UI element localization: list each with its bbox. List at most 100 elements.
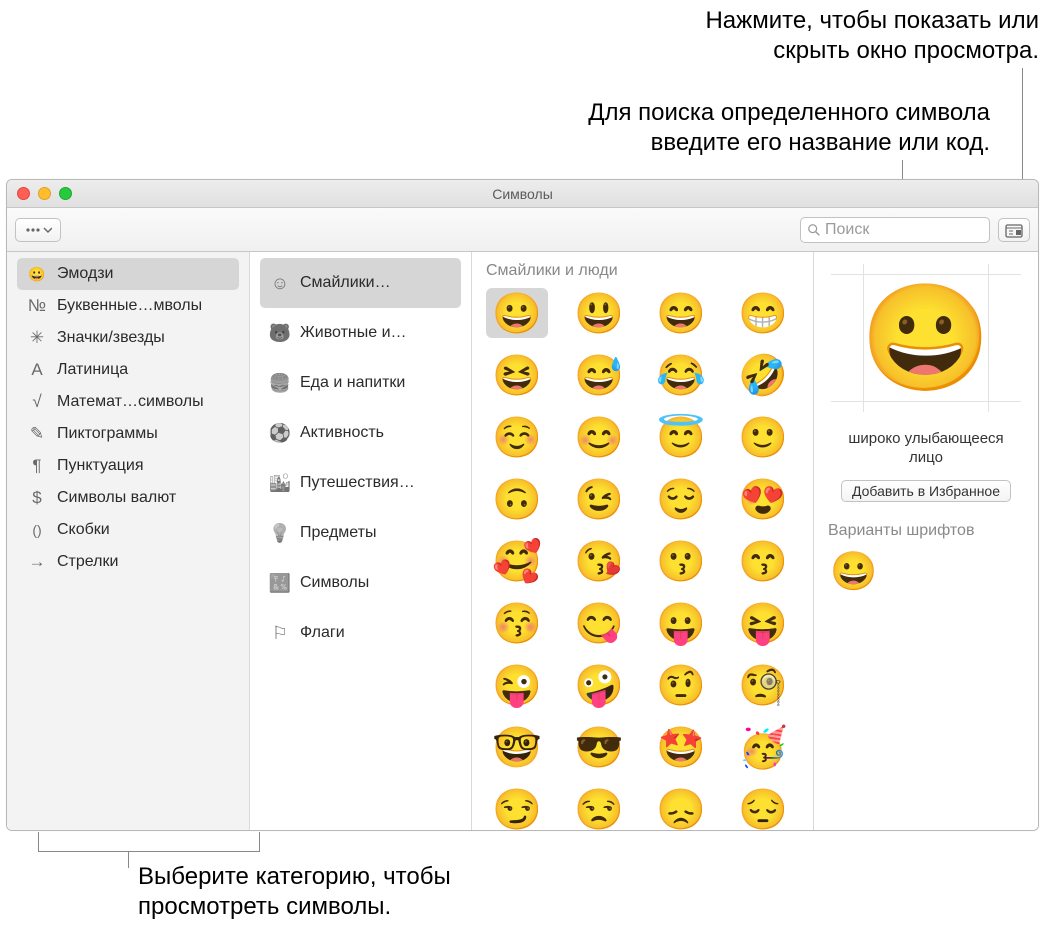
search-input[interactable] bbox=[825, 221, 983, 239]
content: 😀 Эмодзи № Буквенные…мволы ✳ Значки/звезды AЛа… bbox=[7, 252, 1038, 830]
emoji-cell[interactable]: 😋 bbox=[568, 598, 630, 648]
emoji-cell[interactable]: 😗 bbox=[650, 536, 712, 586]
sidebar-item-arrows[interactable]: → Стрелки bbox=[17, 546, 239, 578]
preview-panel-icon bbox=[1005, 222, 1023, 238]
subcat-item-flags[interactable]: ⚐ Флаги bbox=[260, 608, 461, 658]
emoji-cell[interactable]: 😆 bbox=[486, 350, 548, 400]
preview-emoji: 😀 bbox=[861, 277, 992, 400]
emoji-cell[interactable]: 🤓 bbox=[486, 722, 548, 772]
emoji-cell[interactable]: 😚 bbox=[486, 598, 548, 648]
emoji-cell[interactable]: 🙂 bbox=[732, 412, 794, 462]
emoji-cell[interactable]: 😇 bbox=[650, 412, 712, 462]
subcat-item-food[interactable]: 🍔 Еда и напитки bbox=[260, 358, 461, 408]
sidebar-item-label: Стрелки bbox=[57, 553, 118, 571]
emoji-cell[interactable]: 😔 bbox=[732, 784, 794, 830]
emoji-cell[interactable]: 🤨 bbox=[650, 660, 712, 710]
sidebar-item-bullets[interactable]: ✳ Значки/звезды bbox=[17, 322, 239, 354]
emoji-cell[interactable]: 😅 bbox=[568, 350, 630, 400]
sidebar-item-label: Математ…символы bbox=[57, 393, 204, 411]
emoji-cell[interactable]: 🥰 bbox=[486, 536, 548, 586]
sidebar-item-punctuation[interactable]: ¶Пунктуация bbox=[17, 450, 239, 482]
symbols-icon: 🔣 bbox=[270, 573, 290, 593]
emoji-cell[interactable]: 🤣 bbox=[732, 350, 794, 400]
sidebar-item-pictographs[interactable]: ✎ Пиктограммы bbox=[17, 418, 239, 450]
emoji-cell[interactable]: 😏 bbox=[486, 784, 548, 830]
emoji-cell[interactable]: 😂 bbox=[650, 350, 712, 400]
variant-emoji[interactable]: 😀 bbox=[824, 550, 877, 594]
emoji-cell[interactable]: 😞 bbox=[650, 784, 712, 830]
sidebar-item-label: Буквенные…мволы bbox=[57, 297, 202, 315]
sidebar-item-label: Эмодзи bbox=[57, 265, 113, 283]
emoji-cell[interactable]: 🧐 bbox=[732, 660, 794, 710]
sidebar-item-label: Пиктограммы bbox=[57, 425, 158, 443]
sidebar-item-label: Значки/звезды bbox=[57, 329, 165, 347]
toolbar bbox=[7, 208, 1038, 252]
preview-box: 😀 bbox=[831, 264, 1021, 412]
callout-bracket bbox=[38, 832, 260, 852]
emoji-cell[interactable]: 🙃 bbox=[486, 474, 548, 524]
emoji-cell[interactable]: 😎 bbox=[568, 722, 630, 772]
emoji-cell[interactable]: 🤪 bbox=[568, 660, 630, 710]
options-button[interactable] bbox=[15, 218, 61, 242]
sidebar-item-latin[interactable]: AЛатиница bbox=[17, 354, 239, 386]
emoji-cell[interactable]: 😙 bbox=[732, 536, 794, 586]
animals-icon: 🐻 bbox=[270, 323, 290, 343]
subcat-item-activity[interactable]: ⚽Активность bbox=[260, 408, 461, 458]
food-icon: 🍔 bbox=[270, 373, 290, 393]
emoji-cell[interactable]: 😌 bbox=[650, 474, 712, 524]
add-favorite-button[interactable]: Добавить в Избранное bbox=[841, 480, 1011, 502]
emoji-icon: 😀 bbox=[27, 264, 47, 284]
smileys-icon: ☺ bbox=[270, 273, 290, 293]
flags-icon: ⚐ bbox=[270, 623, 290, 643]
sidebar-item-label: Скобки bbox=[57, 521, 110, 539]
subcat-item-smileys[interactable]: ☺Смайлики… bbox=[260, 258, 461, 308]
characters-window: Символы 😀 Эмодзи № Буквенные…мволы ✳ Значки/з… bbox=[6, 179, 1039, 831]
brackets-icon: () bbox=[27, 520, 47, 540]
sidebar-item-letterlike[interactable]: № Буквенные…мволы bbox=[17, 290, 239, 322]
arrows-icon: → bbox=[27, 552, 47, 572]
subcat-item-label: Животные и… bbox=[300, 324, 407, 342]
grid-title: Смайлики и люди bbox=[486, 262, 799, 280]
subcat-item-travel[interactable]: 🏙Путешествия… bbox=[260, 458, 461, 508]
callout-search: Для поиска определенного символавведите … bbox=[370, 98, 990, 158]
emoji-cell[interactable]: 😒 bbox=[568, 784, 630, 830]
emoji-cell[interactable]: 😉 bbox=[568, 474, 630, 524]
subcat-item-symbols[interactable]: 🔣Символы bbox=[260, 558, 461, 608]
subcat-item-label: Флаги bbox=[300, 624, 345, 642]
emoji-cell[interactable]: 🥳 bbox=[732, 722, 794, 772]
emoji-cell[interactable]: 😛 bbox=[650, 598, 712, 648]
callout-preview-toggle: Нажмите, чтобы показать илискрыть окно п… bbox=[479, 6, 1039, 66]
subcat-item-objects[interactable]: 💡Предметы bbox=[260, 508, 461, 558]
emoji-cell[interactable]: ☺️ bbox=[486, 412, 548, 462]
subcat-item-label: Еда и напитки bbox=[300, 374, 405, 392]
subcat-item-animals[interactable]: 🐻 Животные и… bbox=[260, 308, 461, 358]
subcat-item-label: Предметы bbox=[300, 524, 376, 542]
emoji-cell[interactable]: 😀 bbox=[486, 288, 548, 338]
emoji-cell[interactable]: 😍 bbox=[732, 474, 794, 524]
letterlike-icon: № bbox=[27, 296, 47, 316]
emoji-cell[interactable]: 😃 bbox=[568, 288, 630, 338]
sidebar-item-math[interactable]: √Математ…символы bbox=[17, 386, 239, 418]
search-field[interactable] bbox=[800, 217, 990, 243]
window-title: Символы bbox=[7, 186, 1038, 202]
emoji-cell[interactable]: 😄 bbox=[650, 288, 712, 338]
sidebar-item-brackets[interactable]: () Скобки bbox=[17, 514, 239, 546]
currency-icon: $ bbox=[27, 488, 47, 508]
emoji-cell[interactable]: 🤩 bbox=[650, 722, 712, 772]
sidebar-item-currency[interactable]: $Символы валют bbox=[17, 482, 239, 514]
emoji-cell[interactable]: 😝 bbox=[732, 598, 794, 648]
callout-line bbox=[128, 852, 129, 868]
preview-name: широко улыбающеесялицо bbox=[848, 430, 1003, 468]
punctuation-icon: ¶ bbox=[27, 456, 47, 476]
subcat-item-label: Путешествия… bbox=[300, 474, 415, 492]
bullets-icon: ✳ bbox=[27, 328, 47, 348]
emoji-cell[interactable]: 😁 bbox=[732, 288, 794, 338]
emoji-cell[interactable]: 😜 bbox=[486, 660, 548, 710]
pictographs-icon: ✎ bbox=[27, 424, 47, 444]
variants-title: Варианты шрифтов bbox=[824, 522, 974, 540]
latin-icon: A bbox=[27, 360, 47, 380]
toggle-preview-button[interactable] bbox=[998, 218, 1030, 242]
sidebar-item-emoji[interactable]: 😀 Эмодзи bbox=[17, 258, 239, 290]
emoji-cell[interactable]: 😘 bbox=[568, 536, 630, 586]
emoji-cell[interactable]: 😊 bbox=[568, 412, 630, 462]
